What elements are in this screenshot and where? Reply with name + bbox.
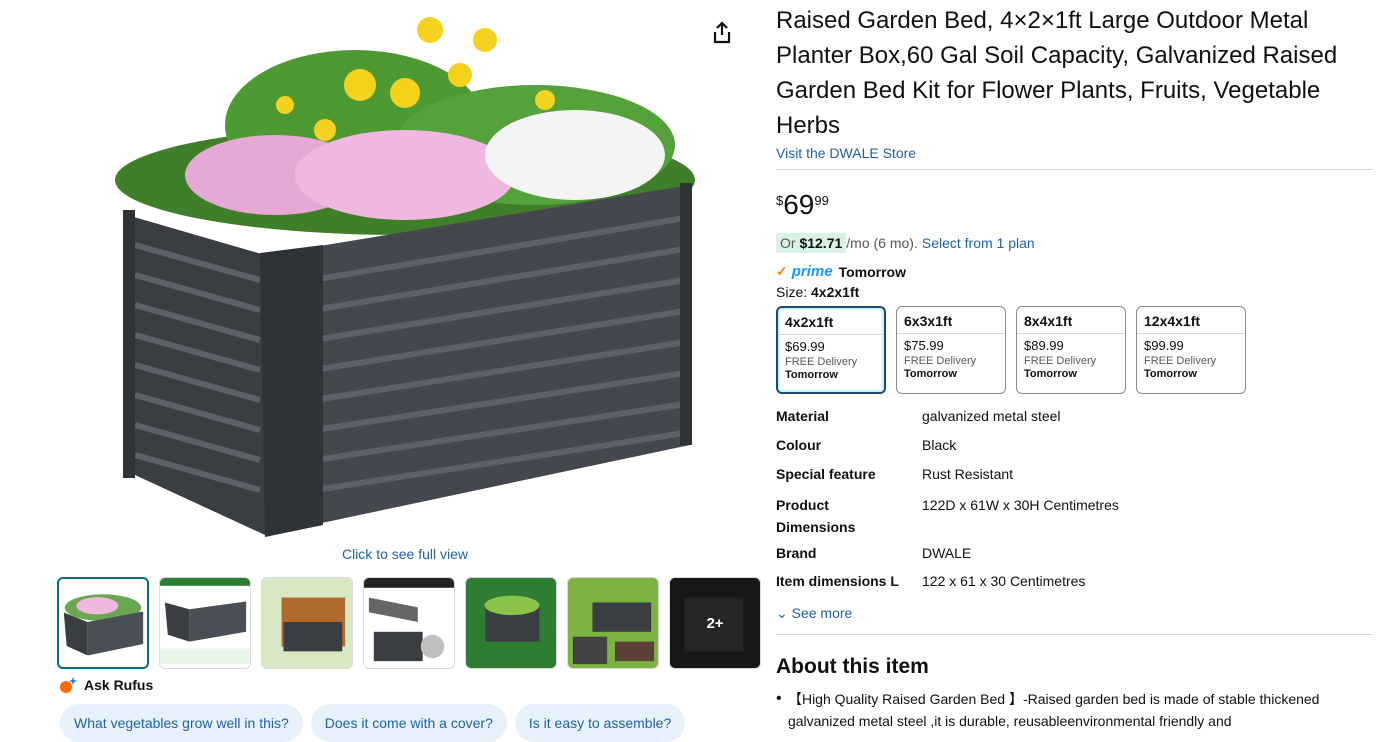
ask-rufus-label: Ask Rufus xyxy=(84,677,154,693)
share-icon[interactable] xyxy=(710,20,734,46)
prime-delivery-day: Tomorrow xyxy=(838,263,906,280)
installment-offer: Or $12.71 /mo (6 mo). Select from 1 plan xyxy=(776,233,1373,253)
about-bullet-text: 【High Quality Raised Garden Bed 】-Raised… xyxy=(787,691,1320,729)
spec-value: 122 x 61 x 30 Centimetres xyxy=(922,573,1086,589)
spec-key: Special feature xyxy=(776,466,876,482)
spec-key: Product Dimensions xyxy=(776,497,856,535)
spec-row: Colour Black xyxy=(776,437,1373,466)
size-option-price: $69.99 xyxy=(785,339,825,354)
see-more-link[interactable]: ⌄ See more xyxy=(776,605,1373,622)
spec-row: Material galvanized metal steel xyxy=(776,408,1373,437)
spec-row: Brand DWALE xyxy=(776,545,1373,573)
about-heading: About this item xyxy=(776,655,929,678)
rufus-chip[interactable]: Is it easy to assemble? xyxy=(514,704,686,742)
prime-check-icon: ✓ xyxy=(776,263,788,279)
more-images-count: 2+ xyxy=(670,578,760,668)
size-option-4x2x1ft[interactable]: 4x2x1ft $69.99 FREE Delivery Tomorrow xyxy=(776,306,886,394)
price-whole: 69 xyxy=(783,189,815,220)
spec-value: Rust Resistant xyxy=(922,466,1014,482)
size-option-price: $75.99 xyxy=(904,338,944,353)
spec-key: Item dimensions L xyxy=(776,573,899,589)
thumbnail-1[interactable] xyxy=(57,577,149,669)
size-option-delivery: FREE Delivery Tomorrow xyxy=(904,355,977,380)
divider xyxy=(776,634,1373,635)
size-option-price: $89.99 xyxy=(1024,338,1064,353)
chevron-down-icon: ⌄ xyxy=(776,605,788,621)
see-more-label: See more xyxy=(791,605,853,621)
spec-value: galvanized metal steel xyxy=(922,408,1061,424)
store-link[interactable]: Visit the DWALE Store xyxy=(776,145,1373,161)
size-option-8x4x1ft[interactable]: 8x4x1ft $89.99 FREE Delivery Tomorrow xyxy=(1016,306,1126,394)
spec-row: Item dimensions L 122 x 61 x 30 Centimet… xyxy=(776,573,1373,593)
size-option-delivery: FREE Delivery Tomorrow xyxy=(785,356,858,381)
thumbnail-2[interactable] xyxy=(159,577,251,669)
price-symbol: $ xyxy=(776,193,784,208)
thumbnail-4[interactable] xyxy=(363,577,455,669)
size-option-name: 6x3x1ft xyxy=(897,307,1005,334)
size-option-delivery: FREE Delivery Tomorrow xyxy=(1144,355,1217,380)
product-details: Raised Garden Bed, 4×2×1ft Large Outdoor… xyxy=(776,0,1373,732)
main-product-image[interactable] xyxy=(105,5,705,540)
size-label: Size: xyxy=(776,284,808,300)
size-options: 4x2x1ft $69.99 FREE Delivery Tomorrow 6x3… xyxy=(776,306,1373,394)
spec-value: Black xyxy=(922,437,957,453)
size-option-12x4x1ft[interactable]: 12x4x1ft $99.99 FREE Delivery Tomorrow xyxy=(1136,306,1246,394)
ask-rufus[interactable]: Ask Rufus xyxy=(58,676,153,694)
about-bullet: • 【High Quality Raised Garden Bed 】-Rais… xyxy=(776,688,1373,732)
divider xyxy=(776,169,1373,170)
product-specs: Material galvanized metal steel Colour B… xyxy=(776,408,1373,593)
rufus-chip[interactable]: What vegetables grow well in this? xyxy=(60,704,303,742)
rufus-chip[interactable]: Does it come with a cover? xyxy=(310,704,507,742)
product-title: Raised Garden Bed, 4×2×1ft Large Outdoor… xyxy=(776,7,1338,139)
spec-row: Special feature Rust Resistant xyxy=(776,466,1373,494)
bullet-dot: • xyxy=(776,690,782,707)
full-view-link[interactable]: Click to see full view xyxy=(0,546,810,562)
spec-value: 122D x 61W x 30H Centimetres xyxy=(922,497,1119,513)
spec-key: Brand xyxy=(776,545,817,561)
thumbnail-6[interactable] xyxy=(567,577,659,669)
spec-key: Colour xyxy=(776,437,822,453)
size-option-name: 4x2x1ft xyxy=(778,308,884,335)
thumbnail-3[interactable] xyxy=(261,577,353,669)
size-selection-label: Size: 4x2x1ft xyxy=(776,284,1373,300)
size-option-name: 12x4x1ft xyxy=(1137,307,1245,334)
installment-plan-link[interactable]: Select from 1 plan xyxy=(922,235,1035,251)
prime-logo: prime xyxy=(791,263,833,280)
size-option-name: 8x4x1ft xyxy=(1017,307,1125,334)
price-fraction: 99 xyxy=(814,193,829,208)
installment-amount-box: Or $12.71 xyxy=(776,233,847,253)
installment-or: Or xyxy=(780,235,800,251)
size-option-6x3x1ft[interactable]: 6x3x1ft $75.99 FREE Delivery Tomorrow xyxy=(896,306,1006,394)
rufus-icon xyxy=(60,677,77,693)
size-selected: 4x2x1ft xyxy=(811,284,860,300)
spec-row: Product Dimensions 122D x 61W x 30H Cent… xyxy=(776,494,1373,545)
thumbnail-5[interactable] xyxy=(465,577,557,669)
prime-delivery: ✓ prime Tomorrow xyxy=(776,263,1373,280)
installment-amount: $12.71 xyxy=(799,235,843,251)
spec-key: Material xyxy=(776,408,829,424)
thumbnail-7[interactable]: 2+ xyxy=(669,577,761,669)
installment-term: /mo (6 mo). xyxy=(846,235,918,251)
size-option-delivery: FREE Delivery Tomorrow xyxy=(1024,355,1097,380)
spec-value: DWALE xyxy=(922,545,972,561)
rufus-chips: What vegetables grow well in this? Does … xyxy=(60,704,686,742)
thumbnail-strip: 2+ xyxy=(57,577,761,669)
price: $ 69 99 xyxy=(776,190,1373,224)
size-option-price: $99.99 xyxy=(1144,338,1184,353)
